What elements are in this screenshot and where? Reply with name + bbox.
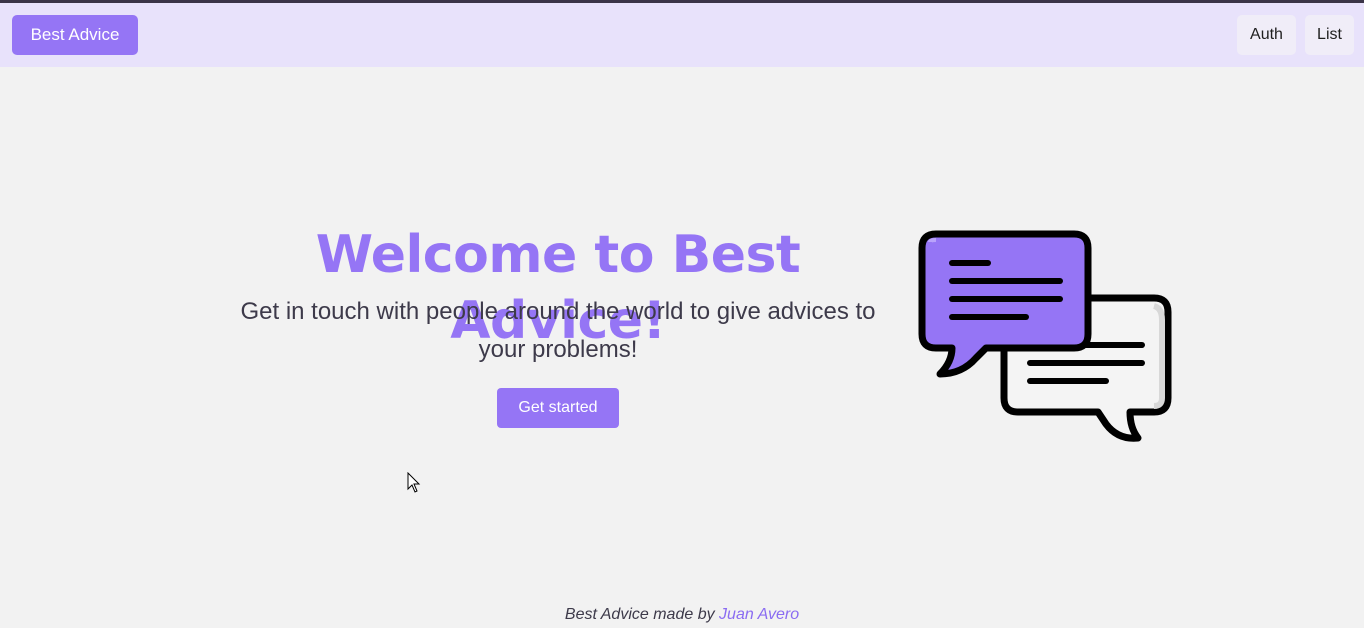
mouse-cursor-icon: [407, 472, 421, 493]
navbar: Best Advice Auth List: [0, 3, 1364, 67]
nav-list-button[interactable]: List: [1305, 15, 1354, 55]
hero-subtitle: Get in touch with people around the worl…: [240, 298, 876, 363]
brand-button[interactable]: Best Advice: [12, 15, 138, 55]
footer: Best Advice made by Juan Avero: [0, 604, 1364, 626]
chat-bubbles-icon: [918, 230, 1172, 442]
nav-auth-button[interactable]: Auth: [1237, 15, 1296, 55]
author-link[interactable]: Juan Avero: [719, 606, 799, 623]
footer-text: Best Advice made by: [564, 606, 720, 623]
get-started-button[interactable]: Get started: [497, 388, 619, 428]
